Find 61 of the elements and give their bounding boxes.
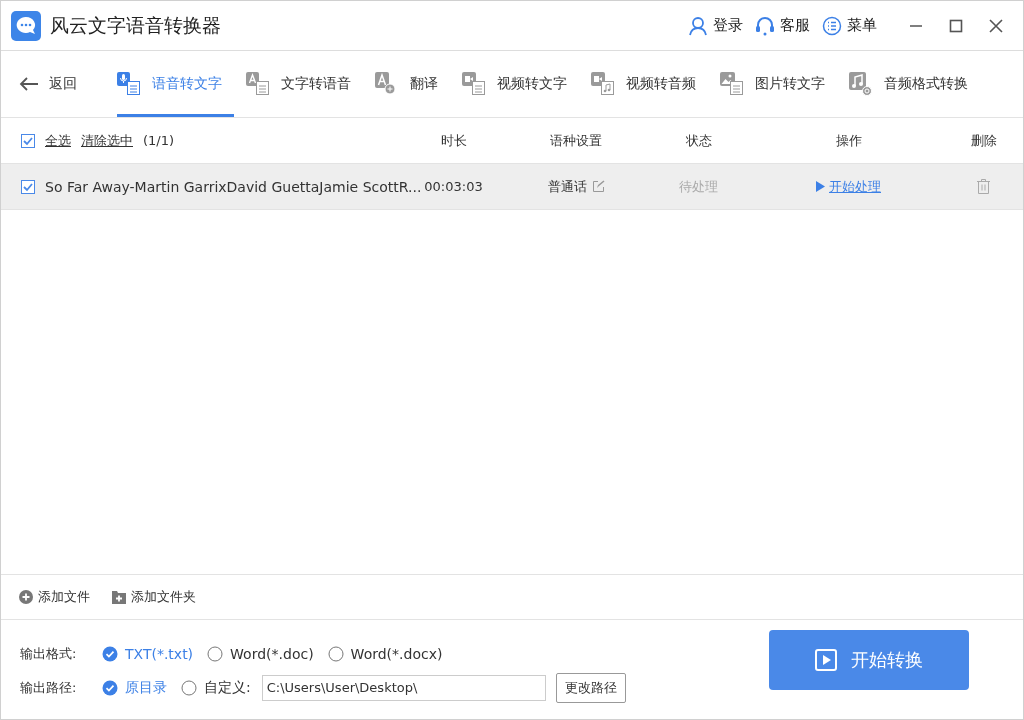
user-icon: [688, 15, 708, 36]
column-header: 时长: [439, 131, 468, 150]
path-option[interactable]: 自定义:: [204, 678, 251, 697]
status-cell-text: 待处理: [678, 177, 719, 196]
radio-button[interactable]: [327, 645, 344, 662]
back-arrow-icon[interactable]: [19, 76, 39, 92]
select-all-link[interactable]: 全选: [45, 131, 71, 150]
customer-service-link[interactable]: 客服: [780, 16, 810, 35]
menu-button[interactable]: 菜单: [847, 16, 877, 35]
image-document-icon: [720, 72, 744, 96]
letter-document-icon: [246, 72, 270, 96]
login-link[interactable]: 登录: [713, 16, 743, 35]
language-setting: 普通话: [547, 177, 587, 196]
column-header: 操作: [834, 131, 863, 150]
radio-button[interactable]: [207, 645, 224, 662]
add-circle-icon[interactable]: [19, 590, 33, 604]
format-option[interactable]: Word(*.docx): [350, 645, 443, 662]
add-file-button[interactable]: 添加文件: [38, 588, 90, 606]
radio-button[interactable]: [181, 679, 197, 696]
tab[interactable]: 翻译: [375, 51, 450, 117]
tab[interactable]: 图片转文字: [720, 51, 837, 117]
video-music-icon: [591, 72, 615, 96]
tab[interactable]: 视频转音频: [591, 51, 708, 117]
clear-selection-link[interactable]: 清除选中: [81, 131, 133, 150]
close-icon[interactable]: [989, 18, 1003, 33]
edit-icon[interactable]: [591, 180, 605, 193]
radio-button[interactable]: [102, 645, 118, 662]
format-option[interactable]: TXT(*.txt): [125, 645, 194, 662]
add-folder-button[interactable]: 添加文件夹: [131, 588, 196, 606]
play-icon: [815, 648, 837, 671]
file-name: So Far Away-Martin GarrixDavid GuettaJamie ScottR...: [45, 178, 422, 195]
back-link[interactable]: 返回: [49, 75, 77, 93]
video-document-icon: [462, 72, 486, 96]
play-icon[interactable]: [816, 181, 825, 192]
microphone-document-icon: [117, 72, 141, 96]
menu-icon: [822, 15, 842, 36]
tab[interactable]: 文字转语音: [246, 51, 363, 117]
format-option[interactable]: Word(*.doc): [230, 645, 314, 662]
tab[interactable]: 语音转文字: [117, 51, 234, 117]
format-label: 输出格式:: [20, 644, 78, 663]
selection-count: (1/1): [143, 133, 175, 148]
path-option[interactable]: 原目录: [125, 678, 167, 697]
start-processing-link[interactable]: 开始处理: [829, 177, 881, 196]
add-folder-icon[interactable]: [112, 590, 126, 604]
column-header: 删除: [969, 131, 998, 150]
trash-icon[interactable]: [977, 179, 990, 194]
app-logo-icon: [11, 10, 41, 41]
window-title: 风云文字语音转换器: [50, 12, 221, 38]
tab[interactable]: 视频转文字: [462, 51, 579, 117]
checkbox[interactable]: [21, 133, 35, 148]
path-field[interactable]: C:\Users\User\Desktop\: [261, 674, 546, 701]
checkbox[interactable]: [21, 179, 35, 194]
path-label: 输出路径:: [20, 678, 78, 697]
change-path-button[interactable]: 更改路径: [555, 672, 626, 703]
column-header: 状态: [684, 131, 713, 150]
radio-button[interactable]: [102, 679, 118, 696]
tab[interactable]: 音频格式转换: [849, 51, 980, 117]
headset-icon: [755, 15, 775, 36]
music-note-icon: [849, 72, 873, 96]
maximize-icon[interactable]: [949, 18, 963, 33]
column-header: 语种设置: [549, 131, 603, 150]
